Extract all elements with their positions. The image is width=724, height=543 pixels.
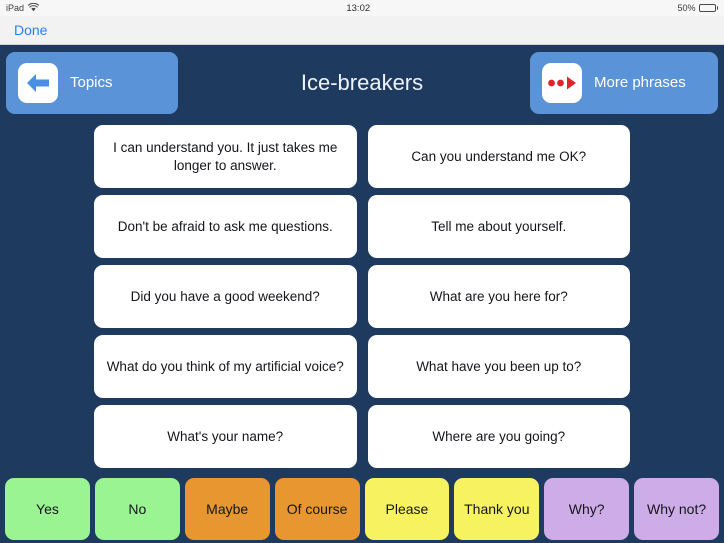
quick-reply-button[interactable]: Why? [544, 478, 630, 540]
phrase-card[interactable]: Don't be afraid to ask me questions. [94, 195, 357, 258]
wifi-icon [27, 2, 40, 14]
status-bar-right: 50% [677, 3, 718, 13]
quick-reply-button[interactable]: No [94, 478, 180, 540]
topics-back-button[interactable]: Topics [6, 51, 178, 114]
phrase-card[interactable]: What do you think of my artificial voice… [94, 335, 357, 398]
quick-reply-button[interactable]: Maybe [184, 478, 270, 540]
quick-reply-button[interactable]: Why not? [634, 478, 719, 540]
more-phrases-button-label: More phrases [594, 74, 686, 91]
phrase-card[interactable]: Where are you going? [367, 405, 630, 468]
topics-button-label: Topics [70, 74, 113, 91]
phrase-card[interactable]: Can you understand me OK? [367, 125, 630, 188]
quick-reply-row: Yes No Maybe Of course Please Thank you Why? Wh… [0, 472, 724, 543]
phrase-card[interactable]: Did you have a good weekend? [94, 265, 357, 328]
status-bar: iPad 13:02 50% [0, 0, 724, 16]
phrase-card[interactable]: Tell me about yourself. [367, 195, 630, 258]
more-phrases-button[interactable]: More phrases [530, 51, 718, 114]
status-bar-left: iPad [6, 2, 40, 14]
quick-reply-button[interactable]: Of course [274, 478, 360, 540]
done-button[interactable]: Done [14, 22, 47, 38]
left-arrow-icon [18, 62, 58, 103]
phrase-card[interactable]: I can understand you. It just takes me l… [94, 125, 357, 188]
phrase-card[interactable]: What's your name? [94, 405, 357, 468]
phrase-card[interactable]: What are you here for? [367, 265, 630, 328]
navigation-header: Topics Ice-breakers More phrases [0, 45, 724, 120]
more-phrases-icon [542, 62, 582, 103]
app-root: iPad 13:02 50% Done Topics Ice-breakers … [0, 0, 724, 543]
top-toolbar: Done [0, 16, 724, 45]
battery-percent-label: 50% [677, 3, 696, 13]
phrase-card[interactable]: What have you been up to? [367, 335, 630, 398]
quick-reply-button[interactable]: Thank you [454, 478, 540, 540]
device-label: iPad [6, 3, 25, 13]
phrase-grid: I can understand you. It just takes me l… [0, 120, 724, 472]
quick-reply-button[interactable]: Yes [5, 478, 90, 540]
battery-icon [698, 4, 718, 12]
status-bar-clock: 13:02 [346, 2, 371, 14]
quick-reply-button[interactable]: Please [364, 478, 450, 540]
